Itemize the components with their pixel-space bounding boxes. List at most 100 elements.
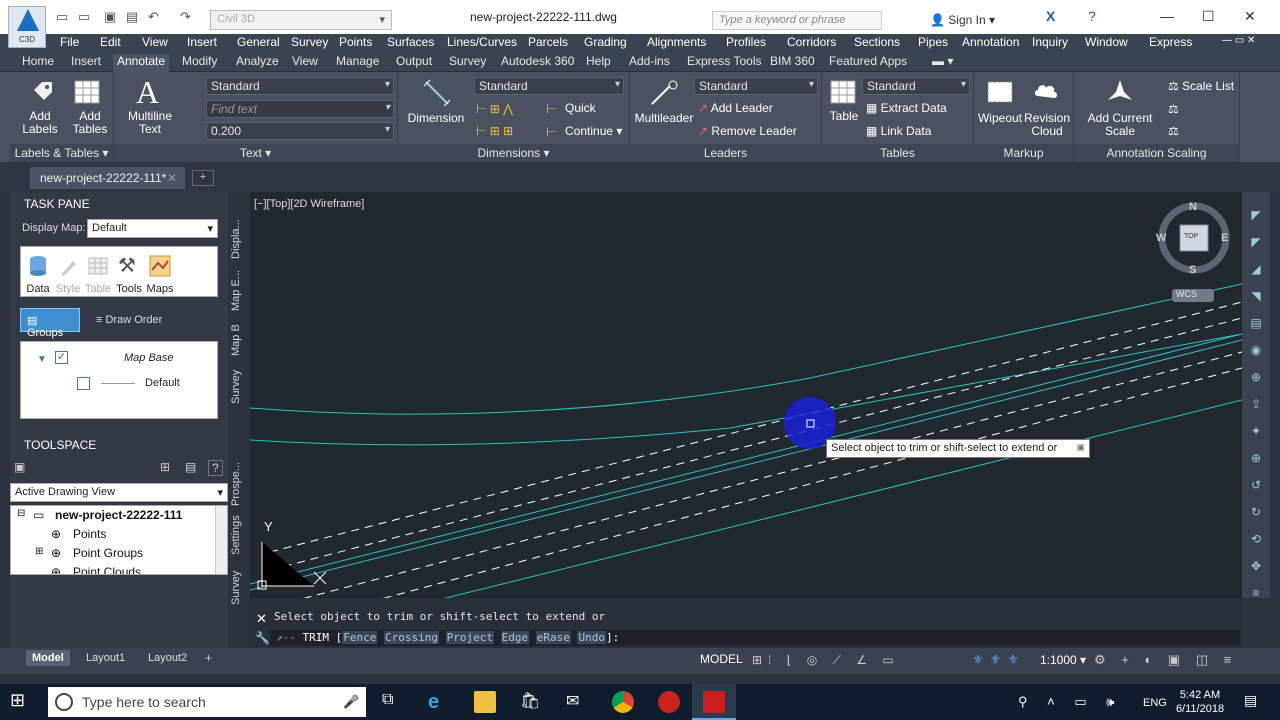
- ribbon-options-icon[interactable]: ▬ ▾: [928, 54, 957, 68]
- tools-button[interactable]: Tools: [112, 283, 146, 295]
- close-icon[interactable]: ✕: [1244, 8, 1256, 25]
- add-leader-button[interactable]: ↗ Add Leader: [698, 101, 773, 115]
- default-layer-checkbox[interactable]: [77, 377, 90, 390]
- tree-root[interactable]: new-project-22222-111: [55, 508, 182, 522]
- notifications-icon[interactable]: ▤: [1244, 692, 1257, 709]
- menu-annotation[interactable]: Annotation: [962, 35, 1019, 49]
- menu-file[interactable]: File: [60, 35, 79, 49]
- toolspace-settings-icon[interactable]: ▣: [14, 460, 25, 474]
- tab-add-ins[interactable]: Add-ins: [625, 54, 674, 68]
- quick-dim-button[interactable]: ⊢ Quick: [546, 101, 596, 116]
- dim-tools-icon[interactable]: ⊢ ⊞ ⋀: [476, 102, 513, 116]
- map-base-checkbox[interactable]: ✓: [55, 351, 68, 364]
- collapse-icon[interactable]: ▼: [37, 354, 47, 365]
- microphone-icon[interactable]: 🎤: [343, 694, 359, 710]
- store-icon[interactable]: 🛍: [520, 691, 542, 713]
- cyan-line-3[interactable]: [250, 339, 1242, 591]
- vtab-survey-task[interactable]: Survey: [230, 364, 248, 410]
- tab-home[interactable]: Home: [18, 54, 58, 68]
- menu-view[interactable]: View: [142, 35, 168, 49]
- taskbar-clock[interactable]: 5:42 AM 6/11/2018: [1168, 688, 1232, 716]
- tab-view[interactable]: View: [288, 54, 322, 68]
- record-app-icon[interactable]: [658, 691, 680, 713]
- menu-surfaces[interactable]: Surfaces: [387, 35, 434, 49]
- new-tab-button[interactable]: +: [192, 170, 214, 186]
- add-current-scale-button[interactable]: Add Current Scale: [1082, 112, 1158, 138]
- vtab-display[interactable]: Displa...: [230, 214, 248, 264]
- redo-icon[interactable]: ↷: [180, 9, 191, 25]
- toolspace-list-icon[interactable]: ▤: [185, 460, 196, 474]
- new-layout-icon[interactable]: +: [205, 651, 212, 665]
- wipeout-button[interactable]: Wipeout: [974, 112, 1026, 125]
- option-edge[interactable]: Edge: [500, 631, 530, 644]
- display-map-select[interactable]: Default ▾: [87, 219, 218, 238]
- tree-point-groups[interactable]: Point Groups: [73, 546, 143, 560]
- tree-points[interactable]: Points: [73, 527, 106, 541]
- option-crossing[interactable]: Crossing: [384, 631, 439, 644]
- panel-title-annotation-scaling[interactable]: Annotation Scaling: [1074, 144, 1239, 162]
- menu-sections[interactable]: Sections: [854, 35, 900, 49]
- model-space-toggle[interactable]: MODEL: [700, 652, 743, 666]
- panel-title-markup[interactable]: Markup: [974, 144, 1073, 162]
- compass-north[interactable]: N: [1189, 201, 1197, 213]
- option-erase[interactable]: eRase: [535, 631, 571, 644]
- cyan-line-4[interactable]: [250, 333, 1242, 585]
- continue-dim-button[interactable]: ⊢ Continue ▾: [546, 124, 622, 139]
- menu-general[interactable]: General: [237, 35, 280, 49]
- undo-icon[interactable]: ↶: [148, 9, 159, 25]
- new-file-icon[interactable]: ▭: [56, 9, 68, 25]
- menu-inquiry[interactable]: Inquiry: [1032, 35, 1068, 49]
- text-height-select[interactable]: 0.200: [206, 122, 394, 140]
- dashed-line-1[interactable]: [269, 301, 1242, 553]
- leader-style-select[interactable]: Standard: [694, 77, 818, 95]
- viewport-controls[interactable]: [−][Top][2D Wireframe]: [254, 198, 364, 210]
- edge-icon[interactable]: e: [428, 691, 450, 713]
- keyword-search-input[interactable]: Type a keyword or phrase: [712, 11, 882, 30]
- option-project[interactable]: Project: [445, 631, 494, 644]
- menu-express[interactable]: Express: [1149, 35, 1192, 49]
- workspace-switcher[interactable]: Civil 3D ▾: [210, 10, 392, 30]
- maps-button[interactable]: Maps: [143, 283, 177, 295]
- tab-modify[interactable]: Modify: [178, 54, 221, 68]
- cyan-curve-upper[interactable]: [250, 283, 1242, 415]
- tree-scrollbar[interactable]: [215, 506, 227, 574]
- layout-tab-model[interactable]: Model: [26, 650, 70, 666]
- menu-points[interactable]: Points: [339, 35, 372, 49]
- nav-tool-icons[interactable]: ◤ ◤ ◢ ◥ ▤ ◉ ⊕ ⇧ ✦ ⊕ ↺ ↻ ⟲ ✥ ≡: [1248, 202, 1264, 607]
- panel-title-text[interactable]: Text ▾: [114, 144, 397, 162]
- layout-tab-layout2[interactable]: Layout2: [142, 650, 193, 666]
- groups-button[interactable]: ▤ Groups: [20, 308, 80, 339]
- dimension-button[interactable]: Dimension: [404, 112, 468, 125]
- draw-order-button[interactable]: ≡ Draw Order: [96, 314, 162, 326]
- layout-tab-layout1[interactable]: Layout1: [80, 650, 131, 666]
- tab-manage[interactable]: Manage: [332, 54, 383, 68]
- maximize-icon[interactable]: ☐: [1202, 8, 1215, 25]
- status-tools-icons[interactable]: ⚙ + ◐ ▣ ◫ ≡: [1094, 652, 1237, 668]
- toolspace-help-icon[interactable]: ?: [208, 460, 223, 476]
- multiline-text-button[interactable]: Multiline Text: [122, 110, 178, 136]
- tab-annotate[interactable]: Annotate: [113, 54, 170, 72]
- command-customize-icon[interactable]: 🔧: [255, 631, 270, 645]
- mail-icon[interactable]: ✉: [566, 691, 588, 713]
- remove-leader-button[interactable]: ↗ Remove Leader: [698, 124, 797, 138]
- drawing-viewport[interactable]: N S E W TOP WCS Y: [250, 192, 1242, 598]
- vtab-settings[interactable]: Settings: [230, 512, 248, 558]
- scale-list-button[interactable]: ⚖ Scale List: [1168, 79, 1234, 93]
- annotation-scale-select[interactable]: 1:1000 ▾: [1040, 653, 1086, 667]
- tab-output[interactable]: Output: [392, 54, 436, 68]
- table-style-select[interactable]: Standard: [862, 77, 970, 95]
- panel-title-dimensions[interactable]: Dimensions ▾: [398, 144, 629, 162]
- sign-in-button[interactable]: 👤 Sign In ▾: [930, 13, 995, 27]
- tab-express-tools[interactable]: Express Tools: [683, 54, 765, 68]
- panel-title-tables[interactable]: Tables: [822, 144, 973, 162]
- revision-cloud-button[interactable]: Revision Cloud: [1022, 112, 1072, 138]
- option-fence[interactable]: Fence: [342, 631, 378, 644]
- compass-west[interactable]: W: [1156, 232, 1166, 244]
- wcs-label[interactable]: WCS: [1176, 289, 1197, 299]
- dim-tools2-icon[interactable]: ⊢ ⊞ ⊞: [476, 124, 513, 138]
- tab-bim-360[interactable]: BIM 360: [766, 54, 819, 68]
- task-view-icon[interactable]: ⧉: [382, 691, 404, 713]
- option-undo[interactable]: Undo: [577, 631, 606, 644]
- chrome-icon[interactable]: [612, 691, 634, 713]
- menu-parcels[interactable]: Parcels: [528, 35, 568, 49]
